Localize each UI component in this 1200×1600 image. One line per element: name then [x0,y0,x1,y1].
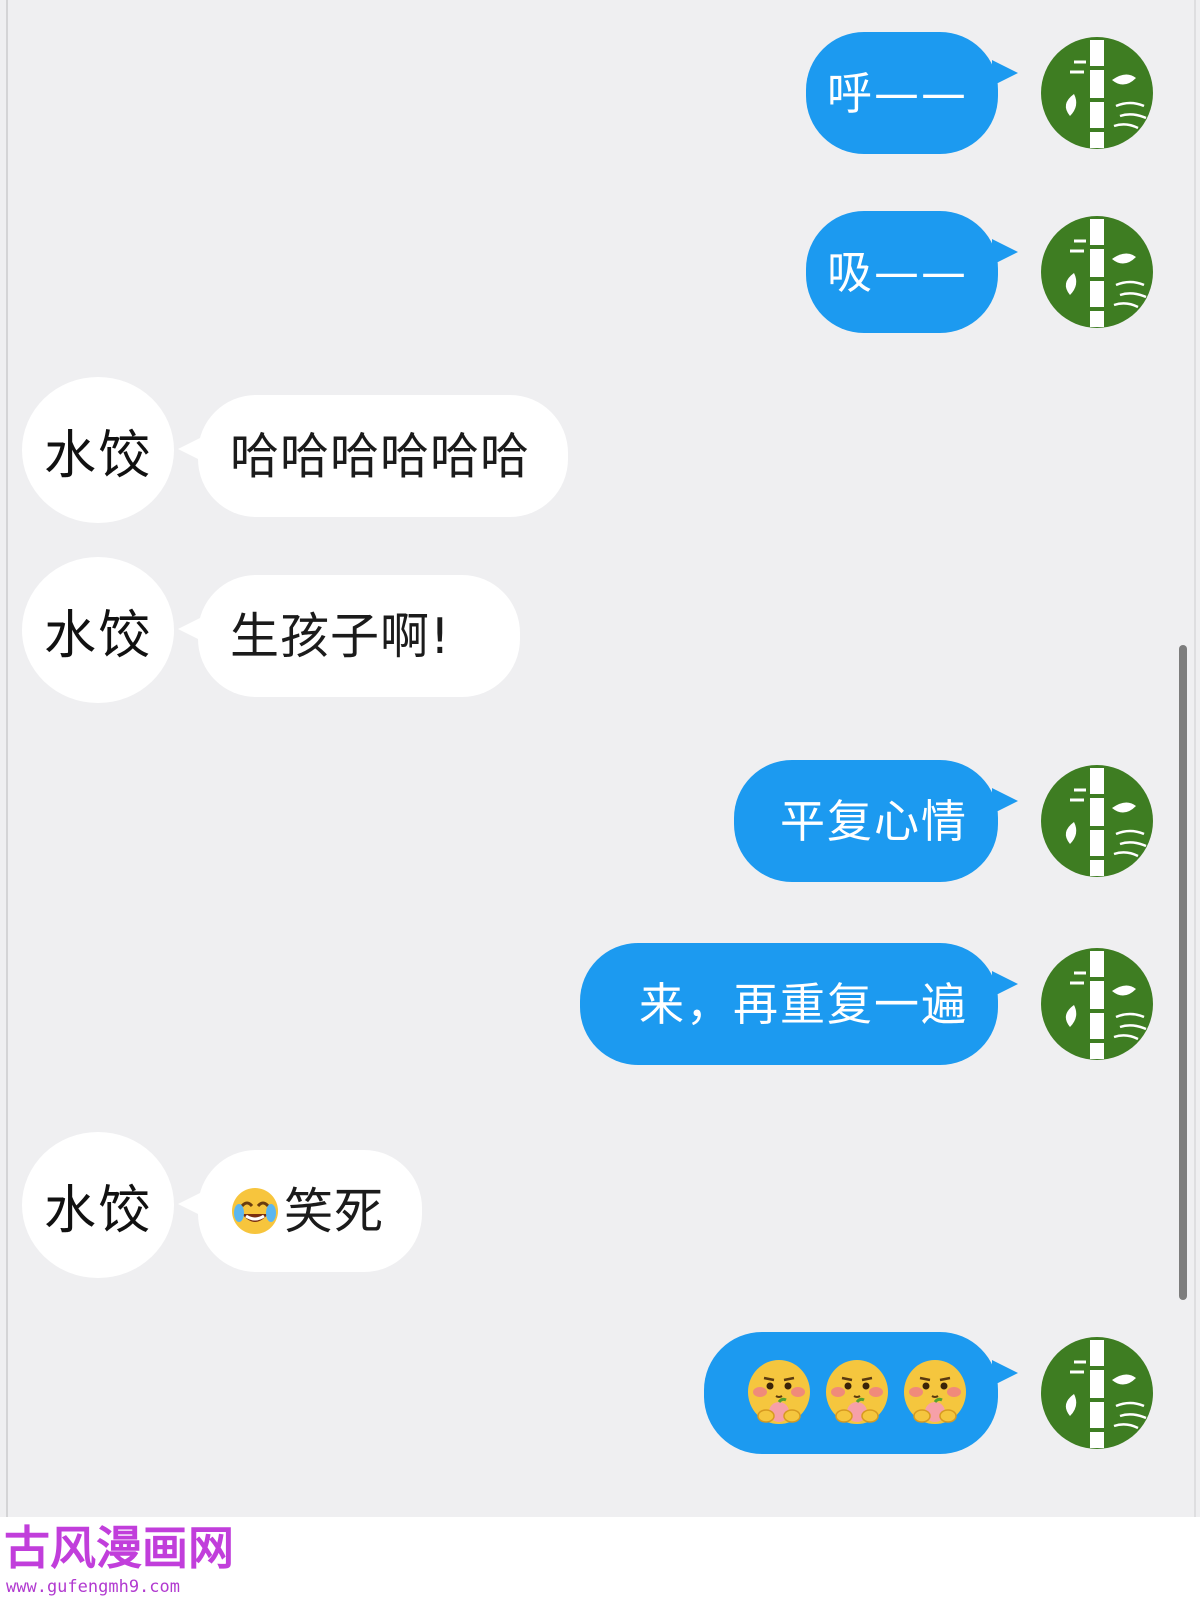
watermark-title: 古风漫画网 [4,1521,234,1575]
message-text: 来，再重复一遍 [638,977,968,1031]
received-bubble[interactable]: 笑死 [198,1150,422,1272]
chat-area[interactable]: 呼—— 吸—— 水饺 哈哈哈哈哈哈 水饺 生孩子啊! 平复心情 来，再重复一遍 … [0,0,1200,1517]
message-text: 平复心情 [779,794,968,848]
self-avatar-bamboo-icon[interactable] [1040,215,1154,329]
peach-holding-emoji [824,1358,890,1428]
message-text: 呼—— [826,66,968,120]
bubble-tail [992,788,1018,814]
contact-avatar-name: 水饺 [43,1180,152,1241]
contact-avatar[interactable]: 水饺 [22,557,174,703]
message-text: 吸—— [826,245,968,299]
watermark: 古风漫画网 www.gufengmh9.com [0,1517,1200,1600]
message-row-sent [0,1332,1200,1454]
peach-holding-emoji [746,1358,812,1428]
peach-holding-emoji [902,1358,968,1428]
message-row-received: 水饺 笑死 [0,1132,1200,1278]
sent-bubble[interactable]: 平复心情 [734,760,998,882]
contact-avatar[interactable]: 水饺 [22,377,174,523]
message-row-sent: 呼—— [0,32,1200,154]
bubble-tail [992,1360,1018,1386]
message-text: 笑死 [284,1182,385,1240]
contact-avatar-name: 水饺 [43,605,152,666]
message-text: 生孩子啊! [230,607,451,665]
scrollbar[interactable] [1179,645,1187,1300]
self-avatar-bamboo-icon[interactable] [1040,1336,1154,1450]
sent-bubble[interactable]: 呼—— [806,32,998,154]
bubble-tail [992,60,1018,86]
contact-avatar[interactable]: 水饺 [22,1132,174,1278]
message-row-received: 水饺 生孩子啊! [0,557,1200,703]
message-row-sent: 来，再重复一遍 [0,943,1200,1065]
sent-bubble[interactable]: 来，再重复一遍 [580,943,998,1065]
bubble-tail [992,239,1018,265]
watermark-url: www.gufengmh9.com [6,1577,180,1597]
received-bubble[interactable]: 哈哈哈哈哈哈 [198,395,568,517]
self-avatar-bamboo-icon[interactable] [1040,764,1154,878]
sent-bubble[interactable]: 吸—— [806,211,998,333]
self-avatar-bamboo-icon[interactable] [1040,36,1154,150]
tears-of-joy-icon [230,1186,280,1236]
message-text: 哈哈哈哈哈哈 [230,427,531,485]
contact-avatar-name: 水饺 [43,425,152,486]
message-row-received: 水饺 哈哈哈哈哈哈 [0,377,1200,523]
sent-bubble[interactable] [704,1332,998,1454]
bubble-tail [992,971,1018,997]
message-row-sent: 平复心情 [0,760,1200,882]
received-bubble[interactable]: 生孩子啊! [198,575,520,697]
emoji-row [746,1358,968,1428]
self-avatar-bamboo-icon[interactable] [1040,947,1154,1061]
message-row-sent: 吸—— [0,211,1200,333]
